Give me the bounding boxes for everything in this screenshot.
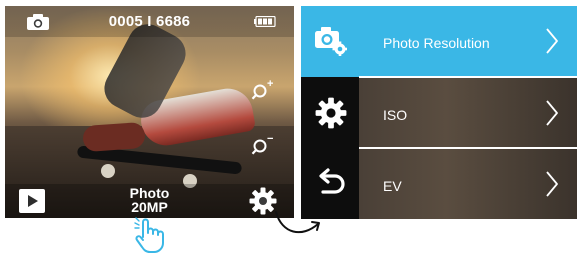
zoom-in-symbol: + xyxy=(267,79,273,90)
menu-divider xyxy=(359,147,577,149)
menu-divider xyxy=(359,76,577,78)
menu-item-label: Photo Resolution xyxy=(383,35,490,51)
menu-item-ev[interactable]: EV xyxy=(359,149,577,219)
chevron-right-icon xyxy=(546,100,558,126)
back-shoe xyxy=(82,121,146,153)
general-settings-tab[interactable] xyxy=(301,77,359,148)
menu-item-label: EV xyxy=(383,178,402,194)
photo-counter: 0005 I 6686 xyxy=(108,13,191,30)
zoom-out-icon[interactable]: − xyxy=(251,134,277,156)
battery-icon xyxy=(254,16,276,27)
zoom-out-symbol: − xyxy=(267,134,273,145)
camera-settings-tab[interactable] xyxy=(301,6,359,77)
camera-preview: 0005 I 6686 + − Photo 20MP xyxy=(5,6,294,218)
menu-item-photo-resolution[interactable]: Photo Resolution xyxy=(359,6,577,76)
menu-list: Photo Resolution ISO EV xyxy=(359,6,577,219)
menu-item-iso[interactable]: ISO xyxy=(359,78,577,148)
gear-icon xyxy=(315,97,347,129)
skateboard-wheel xyxy=(101,164,115,178)
menu-item-label: ISO xyxy=(383,107,408,123)
settings-menu: Photo Resolution ISO EV xyxy=(301,6,577,219)
chevron-right-icon xyxy=(546,28,558,54)
hand-pointer-icon xyxy=(134,217,164,253)
zoom-in-icon[interactable]: + xyxy=(251,79,277,101)
back-button[interactable] xyxy=(301,148,359,219)
camera-settings-icon xyxy=(315,27,347,56)
back-icon xyxy=(319,168,345,194)
menu-sidebar xyxy=(301,6,359,219)
chevron-right-icon xyxy=(546,171,558,197)
